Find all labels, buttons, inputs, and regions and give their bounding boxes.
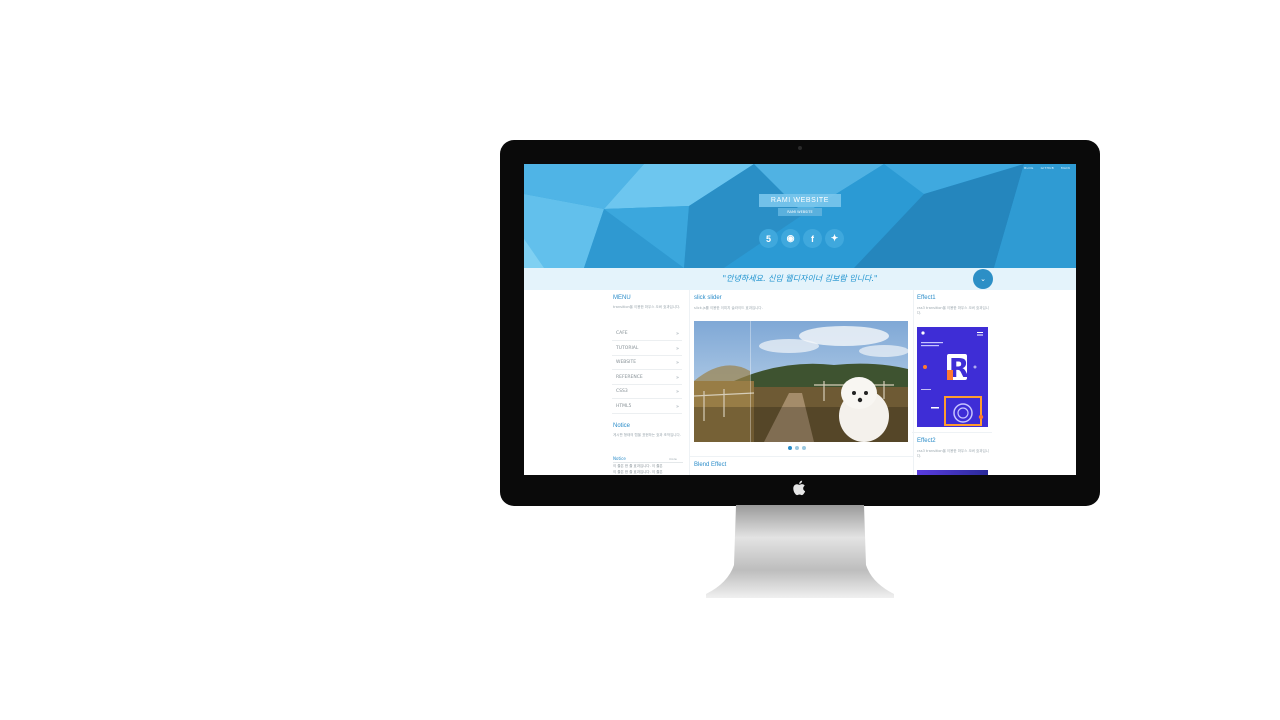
effect1-card[interactable]: R [917, 327, 988, 427]
effect2-card[interactable] [917, 470, 988, 475]
facebook-icon[interactable]: f [803, 229, 822, 248]
menu-item-css3[interactable]: CSS3 » [612, 385, 682, 399]
site-subtitle: RAMI WEBSITE [778, 208, 822, 216]
github-icon[interactable]: ◉ [781, 229, 800, 248]
notice-title: Notice [613, 423, 631, 429]
effect1-description: css3 transition을 이용한 마우스 오버 효과입니다. [917, 306, 989, 315]
website-screen: BLOG GITHUB MAIN RAMI WEBSITE RAMI WEBSI… [524, 164, 1076, 475]
notice-line[interactable]: 이 줄은 한 줄 효과입니다. 이 줄은 [613, 464, 663, 469]
html5-icon[interactable]: 5 [759, 229, 778, 248]
menu-description: transition을 이용한 마우스 오버 효과입니다. [613, 305, 681, 309]
topnav-github[interactable]: GITHUB [1041, 166, 1054, 170]
menu-item-tutorial[interactable]: TUTORIAL » [612, 342, 682, 356]
section-divider [912, 432, 992, 433]
chevron-right-icon: » [675, 389, 679, 395]
slider-photo [694, 321, 908, 442]
menu-item-label: TUTORIAL [616, 346, 639, 351]
menu-item-html5[interactable]: HTML5 » [612, 400, 682, 414]
chevron-right-icon: » [675, 331, 679, 337]
chevron-right-icon: » [675, 375, 679, 381]
menu-title: MENU [613, 295, 631, 301]
effect2-title: Effect2 [917, 438, 936, 444]
notice-line[interactable]: 이 줄은 한 줄 효과입니다. 이 줄은 [613, 470, 663, 475]
top-nav: BLOG GITHUB MAIN [1024, 166, 1070, 170]
chevron-down-icon: ⌄ [980, 275, 986, 283]
chevron-right-icon: » [675, 346, 679, 352]
section-divider [690, 456, 913, 457]
slider-dots [788, 446, 806, 450]
effect1-image: R [917, 327, 988, 427]
camera-dot [798, 146, 802, 150]
slider-dot[interactable] [788, 446, 792, 450]
menu-item-label: REFERENCE [616, 375, 643, 380]
polygon-background [524, 164, 1076, 268]
menu-item-label: WEBSITE [616, 360, 637, 365]
menu-item-label: CSS3 [616, 389, 628, 394]
topnav-main[interactable]: MAIN [1061, 166, 1070, 170]
blend-effect-title: Blend Effect [694, 462, 727, 468]
notice-more-link[interactable]: more [669, 457, 677, 461]
slider-description: slick.js를 이용한 이미지 슬라이드 효과입니다. [694, 306, 763, 310]
topnav-blog[interactable]: BLOG [1024, 166, 1034, 170]
imac-stand [706, 505, 894, 598]
chevron-right-icon: » [675, 404, 679, 410]
apple-logo [793, 480, 806, 496]
notice-divider [613, 462, 683, 463]
twitter-icon[interactable]: ✦ [825, 229, 844, 248]
menu-item-website[interactable]: WEBSITE » [612, 356, 682, 370]
right-column: Effect1 css3 transition을 이용한 마우스 오버 효과입니… [912, 290, 992, 475]
effect1-title: Effect1 [917, 295, 936, 301]
slider-title: slick slider [694, 295, 722, 301]
site-title: RAMI WEBSITE [759, 194, 841, 207]
menu-item-label: HTML5 [616, 404, 632, 409]
left-column: MENU transition을 이용한 마우스 오버 효과입니다. CAFE »… [608, 290, 688, 475]
greeting-text: "안녕하세요. 신입 웹디자이너 김보람 입니다." [722, 274, 878, 283]
social-links: 5 ◉ f ✦ [759, 229, 844, 248]
middle-column: slick slider slick.js를 이용한 이미지 슬라이드 효과입니… [689, 290, 914, 475]
menu-item-reference[interactable]: REFERENCE » [612, 371, 682, 385]
slider-dot[interactable] [795, 446, 799, 450]
menu-item-cafe[interactable]: CAFE » [612, 327, 682, 341]
notice-tab[interactable]: Notice [613, 456, 626, 461]
scroll-down-button[interactable]: ⌄ [973, 269, 993, 289]
site-header: BLOG GITHUB MAIN RAMI WEBSITE RAMI WEBSI… [524, 164, 1076, 268]
slider-dot[interactable] [802, 446, 806, 450]
image-slider[interactable]: ‹ › [694, 321, 908, 442]
menu-item-label: CAFE [616, 331, 628, 336]
effect2-description: css3 transition을 이용한 마우스 오버 효과입니다. [917, 449, 989, 458]
notice-description: 게시판 형태의 탭을 표현하는 효과 조작입니다. [613, 433, 681, 437]
chevron-right-icon: » [675, 360, 679, 366]
